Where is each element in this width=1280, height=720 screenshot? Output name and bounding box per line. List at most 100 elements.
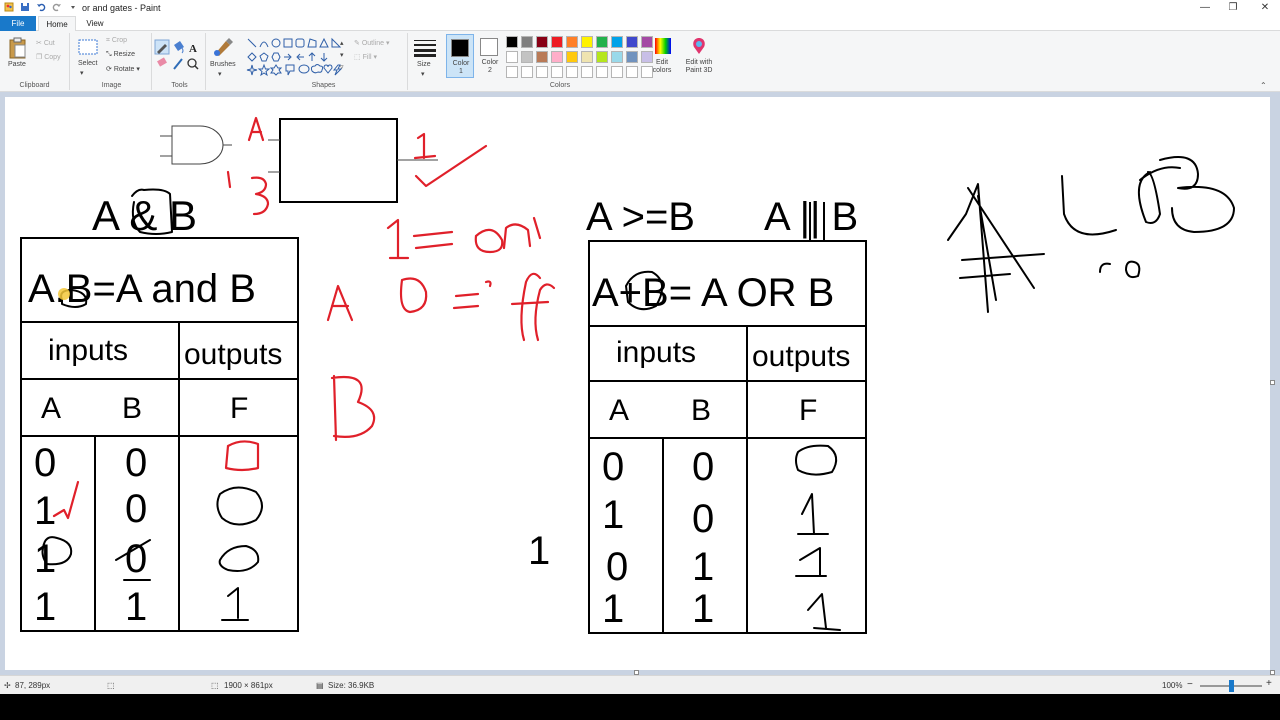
palette-color-swatch[interactable]	[626, 36, 638, 48]
right-triangle-shape-icon[interactable]	[331, 37, 342, 48]
custom-color-slot[interactable]	[536, 66, 548, 78]
shapes-scroll-down-icon[interactable]: ▾	[340, 51, 344, 59]
palette-color-swatch[interactable]	[626, 51, 638, 63]
paste-button[interactable]: Paste	[8, 61, 26, 68]
heart-shape-icon[interactable]	[323, 64, 333, 74]
brushes-button[interactable]: Brushes	[210, 61, 236, 68]
shapes-more-icon[interactable]: ▿	[340, 63, 344, 71]
arrow-right-shape-icon[interactable]	[284, 53, 292, 61]
zoom-slider-thumb[interactable]	[1228, 680, 1234, 692]
custom-color-slot[interactable]	[626, 66, 638, 78]
resize-button[interactable]: ⤡ Resize	[106, 51, 135, 59]
palette-color-swatch[interactable]	[611, 36, 623, 48]
custom-color-slot[interactable]	[551, 66, 563, 78]
palette-color-swatch[interactable]	[566, 51, 578, 63]
brush-icon[interactable]	[212, 37, 234, 59]
curve-shape-icon[interactable]	[259, 41, 269, 48]
palette-color-swatch[interactable]	[506, 51, 518, 63]
color2-selector[interactable]: Color 2	[476, 34, 504, 78]
fill-icon[interactable]	[174, 41, 184, 54]
paint3d-icon[interactable]	[690, 37, 708, 57]
line-shape-icon[interactable]	[247, 38, 257, 48]
color1-selector[interactable]: Color 1	[446, 34, 474, 78]
select-icon[interactable]	[78, 39, 98, 59]
size-dropdown-icon[interactable]: ▾	[421, 70, 425, 78]
minimize-button[interactable]: —	[1190, 0, 1220, 16]
crop-button[interactable]: ⌗ Crop	[106, 37, 127, 45]
arrow-down-shape-icon[interactable]	[320, 53, 328, 62]
canvas-right-handle[interactable]	[1270, 380, 1275, 385]
paste-icon[interactable]	[8, 37, 28, 61]
palette-color-swatch[interactable]	[521, 51, 533, 63]
size-lines-icon[interactable]	[414, 39, 436, 59]
star5-shape-icon[interactable]	[257, 63, 271, 77]
custom-color-slot[interactable]	[581, 66, 593, 78]
callout-oval-shape-icon[interactable]	[298, 64, 310, 74]
customize-dropdown-icon[interactable]	[68, 2, 78, 12]
close-button[interactable]: ✕	[1250, 0, 1280, 16]
rounded-rectangle-shape-icon[interactable]	[295, 38, 305, 48]
text-icon[interactable]: A	[189, 43, 197, 55]
palette-color-swatch[interactable]	[506, 36, 518, 48]
select-dropdown-icon[interactable]: ▾	[80, 69, 84, 77]
palette-color-swatch[interactable]	[596, 36, 608, 48]
palette-color-swatch[interactable]	[566, 36, 578, 48]
zoom-in-button[interactable]: +	[1266, 678, 1272, 689]
color-picker-icon[interactable]	[173, 58, 183, 70]
select-button[interactable]: Select	[78, 60, 97, 67]
edit-colors-icon[interactable]	[654, 37, 672, 57]
brushes-dropdown-icon[interactable]: ▾	[218, 70, 222, 78]
tab-view[interactable]: View	[78, 16, 112, 31]
star4-shape-icon[interactable]	[246, 64, 258, 76]
palette-color-swatch[interactable]	[536, 36, 548, 48]
custom-color-slot[interactable]	[566, 66, 578, 78]
tab-home[interactable]: Home	[38, 16, 76, 31]
palette-color-swatch[interactable]	[521, 36, 533, 48]
redo-icon[interactable]	[52, 2, 62, 12]
star6-shape-icon[interactable]	[269, 64, 283, 76]
eraser-icon[interactable]	[157, 57, 167, 67]
magnifier-icon[interactable]	[187, 58, 199, 70]
rotate-button[interactable]: ⟳ Rotate ▾	[106, 65, 140, 73]
custom-color-slot[interactable]	[596, 66, 608, 78]
arrow-left-shape-icon[interactable]	[296, 53, 304, 61]
size-button[interactable]: Size	[417, 61, 431, 68]
oval-shape-icon[interactable]	[271, 38, 281, 48]
arrow-up-shape-icon[interactable]	[308, 52, 316, 61]
callout-rect-shape-icon[interactable]	[285, 64, 295, 76]
tab-file[interactable]: File	[0, 16, 36, 31]
palette-color-swatch[interactable]	[611, 51, 623, 63]
cut-button[interactable]: ✂ Cut	[36, 39, 55, 47]
shapes-scroll-up-icon[interactable]: ▴	[340, 39, 344, 47]
custom-color-slot[interactable]	[506, 66, 518, 78]
save-icon[interactable]	[20, 2, 30, 12]
rectangle-shape-icon[interactable]	[283, 38, 293, 48]
fill-button[interactable]: ⬚ Fill ▾	[354, 53, 377, 61]
pencil-icon[interactable]	[154, 39, 170, 55]
polygon-shape-icon[interactable]	[307, 38, 317, 48]
zoom-slider[interactable]	[1200, 680, 1262, 692]
maximize-button[interactable]: ❐	[1218, 0, 1248, 16]
palette-color-swatch[interactable]	[551, 36, 563, 48]
palette-color-swatch[interactable]	[581, 36, 593, 48]
hexagon-shape-icon[interactable]	[271, 52, 281, 62]
custom-color-slot[interactable]	[611, 66, 623, 78]
edit-colors-button[interactable]: Edit colors	[650, 59, 674, 75]
outline-button[interactable]: ✎ Outline ▾	[354, 39, 389, 47]
palette-color-swatch[interactable]	[596, 51, 608, 63]
copy-button[interactable]: ❐ Copy	[36, 53, 61, 61]
paint3d-button[interactable]: Edit with Paint 3D	[680, 59, 718, 75]
triangle-shape-icon[interactable]	[319, 37, 329, 48]
pentagon-shape-icon[interactable]	[259, 52, 269, 62]
callout-cloud-shape-icon[interactable]	[310, 64, 324, 74]
palette-color-swatch[interactable]	[581, 51, 593, 63]
diamond-shape-icon[interactable]	[247, 52, 257, 62]
collapse-ribbon-icon[interactable]: ⌃	[1260, 81, 1267, 90]
shapes-gallery[interactable]	[246, 37, 350, 79]
undo-icon[interactable]	[36, 2, 46, 12]
palette-color-swatch[interactable]	[551, 51, 563, 63]
palette-color-swatch[interactable]	[536, 51, 548, 63]
zoom-out-button[interactable]: −	[1187, 679, 1193, 690]
drawing-canvas[interactable]: A & B A.B=A and B inputs outputs A B F 0…	[5, 97, 1270, 670]
palette-color-swatch[interactable]	[641, 36, 653, 48]
